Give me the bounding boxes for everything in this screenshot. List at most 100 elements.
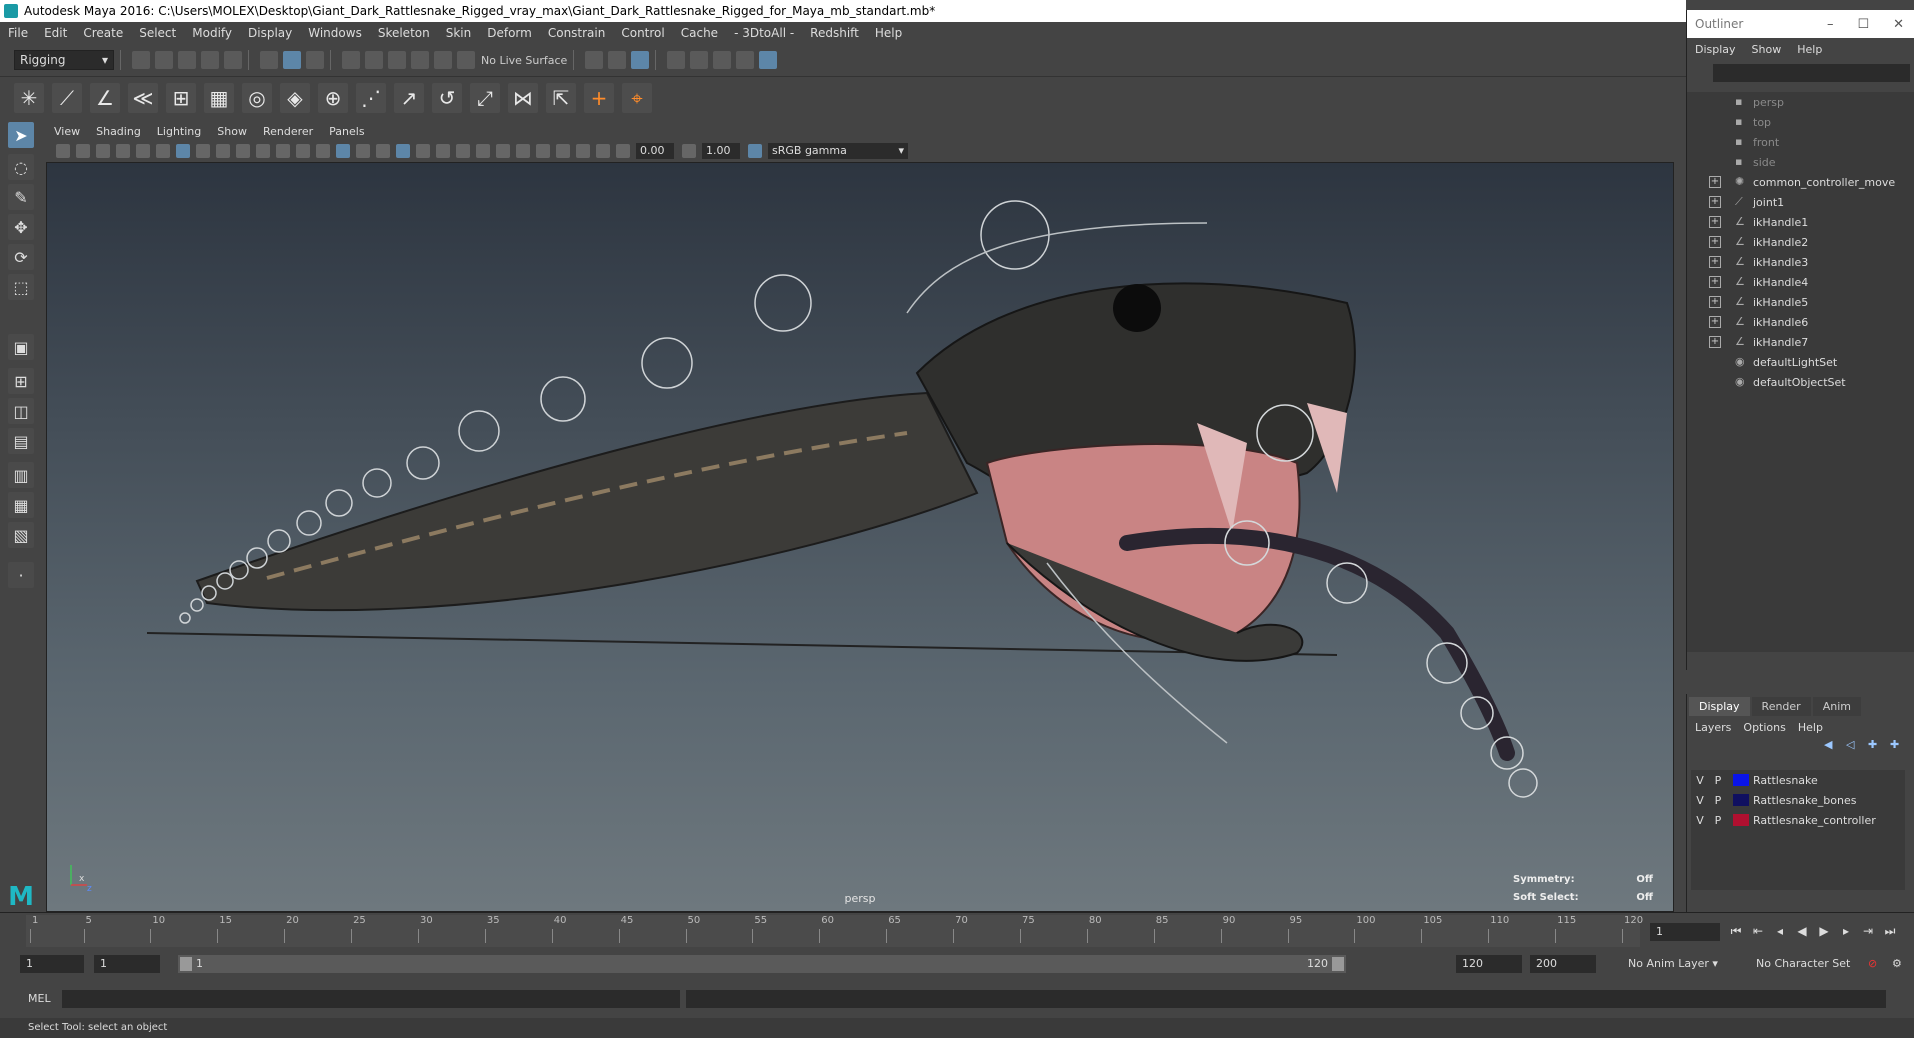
select-object-icon[interactable]: [283, 51, 301, 69]
cluster-icon[interactable]: ◎: [242, 82, 272, 113]
snake-body[interactable]: [195, 391, 979, 612]
go-to-end-icon[interactable]: ⏭: [1882, 923, 1898, 939]
viewport-menu-panels[interactable]: Panels: [329, 125, 364, 138]
new-layer-from-selection-icon[interactable]: ✚: [1890, 738, 1904, 752]
auto-key-icon[interactable]: ⊘: [1868, 955, 1877, 973]
maximize-icon[interactable]: ☐: [1857, 17, 1869, 32]
move-tool-icon[interactable]: ✥: [8, 214, 34, 240]
four-view-layout-icon[interactable]: ⊞: [8, 368, 34, 394]
outliner-item[interactable]: ▪ top: [1687, 112, 1914, 132]
close-icon[interactable]: ✕: [1893, 17, 1904, 32]
outliner-item[interactable]: + ∠ ikHandle2: [1687, 232, 1914, 252]
wireframe-icon[interactable]: [316, 144, 330, 158]
outliner-item[interactable]: ▪ side: [1687, 152, 1914, 172]
paint-select-icon[interactable]: ✎: [8, 184, 34, 210]
tab-render[interactable]: Render: [1751, 697, 1811, 716]
grid-icon[interactable]: [176, 144, 190, 158]
command-input[interactable]: [62, 990, 680, 1008]
render-frame-icon[interactable]: [690, 51, 709, 69]
menu-constrain[interactable]: Constrain: [548, 26, 606, 40]
film-gate-icon[interactable]: [196, 144, 210, 158]
hypershade-layout-icon[interactable]: ▥: [8, 462, 34, 488]
expand-icon[interactable]: +: [1709, 256, 1721, 268]
playback-start-field[interactable]: 1: [94, 955, 160, 973]
viewport-menu-show[interactable]: Show: [217, 125, 247, 138]
play-forwards-icon[interactable]: ▶: [1816, 923, 1832, 939]
parent-constraint-icon[interactable]: ⋈: [508, 82, 538, 113]
outliner-item[interactable]: ▪ persp: [1687, 92, 1914, 112]
outliner-menu-show[interactable]: Show: [1752, 43, 1782, 56]
render-view-icon[interactable]: [667, 51, 686, 69]
current-frame-field[interactable]: 1: [1650, 923, 1720, 941]
menu-help[interactable]: Help: [875, 26, 902, 40]
output-ops-icon[interactable]: [608, 51, 627, 69]
menu-create[interactable]: Create: [83, 26, 123, 40]
camera-select-icon[interactable]: [56, 144, 70, 158]
menu-display[interactable]: Display: [248, 26, 292, 40]
insert-joint-icon[interactable]: ⟋: [52, 82, 82, 113]
step-forward-key-icon[interactable]: ⇥: [1860, 923, 1876, 939]
safe-title-icon[interactable]: [296, 144, 310, 158]
layer-menu-help[interactable]: Help: [1798, 721, 1823, 734]
outliner-item[interactable]: + ∠ ikHandle5: [1687, 292, 1914, 312]
gamma-field[interactable]: 1.00: [702, 143, 740, 159]
outliner-menu-help[interactable]: Help: [1797, 43, 1822, 56]
scale-tool-icon[interactable]: ⬚: [8, 274, 34, 300]
depth-of-field-icon[interactable]: [516, 144, 530, 158]
step-back-key-icon[interactable]: ⇤: [1750, 923, 1766, 939]
menu-control[interactable]: Control: [621, 26, 664, 40]
lattice-icon[interactable]: ▦: [204, 82, 234, 113]
wire-deformer-icon[interactable]: ◈: [280, 82, 310, 113]
save-scene-icon[interactable]: [178, 51, 196, 69]
outliner-item[interactable]: + ∠ ikHandle7: [1687, 332, 1914, 352]
motion-blur-icon[interactable]: [476, 144, 490, 158]
undo-icon[interactable]: [201, 51, 219, 69]
construction-history-icon[interactable]: [631, 51, 650, 69]
range-slider-bar[interactable]: 1 120: [178, 955, 1346, 973]
color-management-icon[interactable]: [748, 144, 762, 158]
layer-row[interactable]: V P Rattlesnake_bones: [1691, 790, 1905, 810]
menu-modify[interactable]: Modify: [192, 26, 232, 40]
expand-icon[interactable]: +: [1709, 176, 1721, 188]
layer-visibility-toggle[interactable]: V: [1691, 814, 1709, 827]
outliner-item[interactable]: + ∠ ikHandle6: [1687, 312, 1914, 332]
joint-tool-icon[interactable]: ✳: [14, 82, 44, 113]
exposure-icon[interactable]: [616, 144, 630, 158]
layer-color-swatch[interactable]: [1733, 774, 1749, 786]
animation-start-field[interactable]: 1: [20, 955, 84, 973]
layer-menu-layers[interactable]: Layers: [1695, 721, 1731, 734]
viewport-menu-lighting[interactable]: Lighting: [157, 125, 201, 138]
range-end-handle[interactable]: [1332, 957, 1344, 971]
perspective-viewport[interactable]: x z Symmetry: Off Soft Select: Off persp: [46, 162, 1674, 912]
move-layer-up-icon[interactable]: ◀: [1824, 738, 1838, 752]
outliner-item[interactable]: ▪ front: [1687, 132, 1914, 152]
hypershade-icon[interactable]: [759, 51, 778, 69]
cluster-handle-icon[interactable]: ⌖: [622, 82, 652, 113]
orient-constraint-icon[interactable]: ↺: [432, 82, 462, 113]
layer-playback-toggle[interactable]: P: [1709, 794, 1727, 807]
step-back-frame-icon[interactable]: ◂: [1772, 923, 1788, 939]
play-backwards-icon[interactable]: ◀: [1794, 923, 1810, 939]
view-transform-dropdown[interactable]: sRGB gamma ▾: [768, 143, 908, 159]
minimize-icon[interactable]: –: [1827, 17, 1834, 32]
outliner-tree[interactable]: ▪ persp ▪ top ▪ front ▪ side + ✺ common_controller…: [1687, 92, 1914, 652]
2d-pan-zoom-icon[interactable]: [136, 144, 150, 158]
animation-end-field[interactable]: 200: [1530, 955, 1596, 973]
bookmark-icon[interactable]: [96, 144, 110, 158]
menu-3dtoall[interactable]: - 3DtoAll -: [734, 26, 794, 40]
menuset-dropdown[interactable]: Rigging ▾: [14, 50, 114, 70]
layer-playback-toggle[interactable]: P: [1709, 774, 1727, 787]
tab-anim[interactable]: Anim: [1812, 697, 1861, 716]
default-material-icon[interactable]: [356, 144, 370, 158]
xray-icon[interactable]: [556, 144, 570, 158]
new-scene-icon[interactable]: [132, 51, 150, 69]
wireframe-on-shaded-icon[interactable]: [376, 144, 390, 158]
field-chart-icon[interactable]: [256, 144, 270, 158]
outliner-menu-display[interactable]: Display: [1695, 43, 1736, 56]
viewport-menu-view[interactable]: View: [54, 125, 80, 138]
menu-cache[interactable]: Cache: [681, 26, 718, 40]
point-constraint-icon[interactable]: ⋰: [356, 82, 386, 113]
layer-row[interactable]: V P Rattlesnake_controller: [1691, 810, 1905, 830]
tab-display[interactable]: Display: [1689, 697, 1750, 716]
menu-skin[interactable]: Skin: [446, 26, 472, 40]
